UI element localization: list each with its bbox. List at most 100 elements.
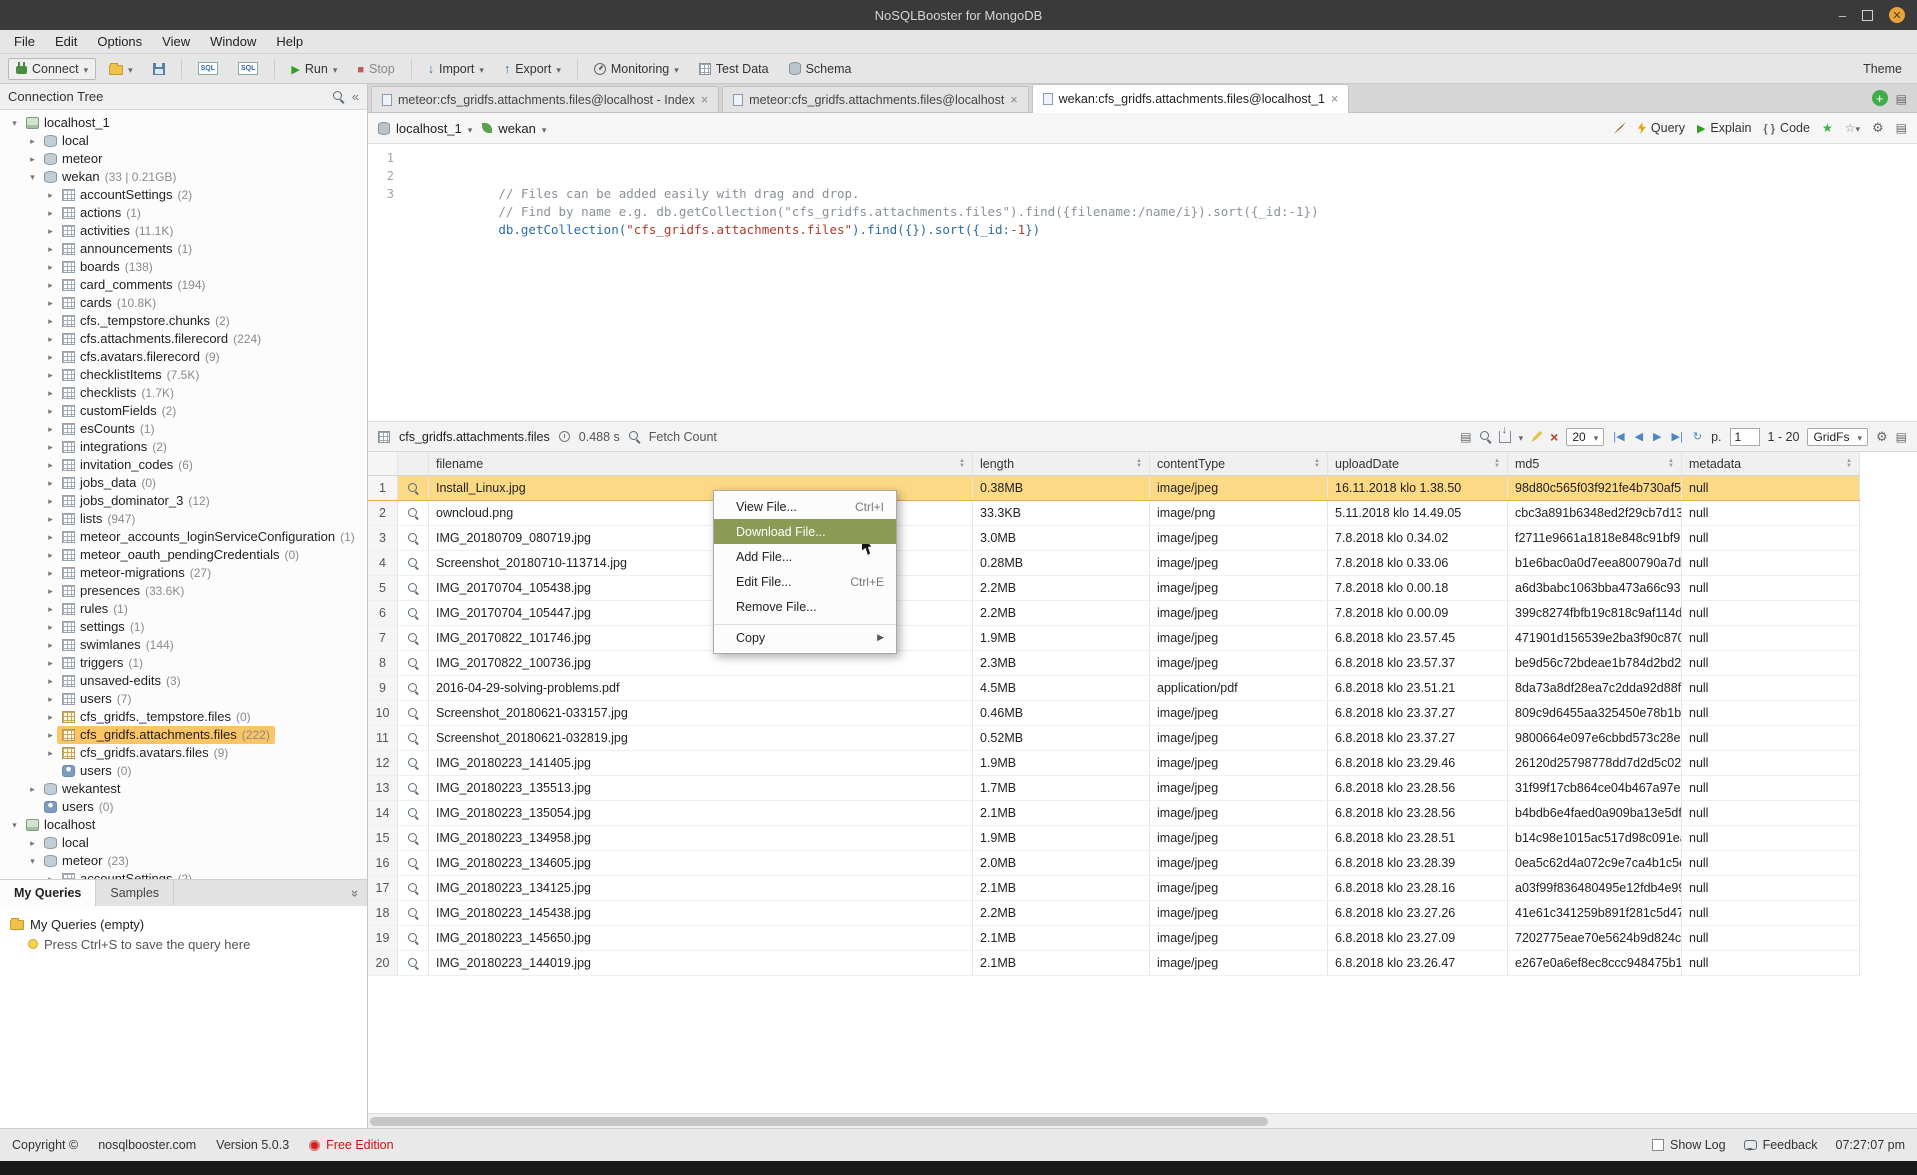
preview-cell[interactable] [398, 501, 429, 525]
tree-item[interactable]: meteor-migrations (27) [0, 564, 367, 582]
header-length[interactable]: length [973, 452, 1150, 475]
preview-icon[interactable] [407, 807, 419, 819]
tree-item[interactable]: meteor [0, 150, 367, 168]
tree-item[interactable]: cards (10.8K) [0, 294, 367, 312]
sort-icon[interactable] [1664, 459, 1674, 469]
new-tab-button[interactable] [1872, 90, 1888, 106]
table-row[interactable]: 19 IMG_20180223_145650.jpg 2.1MB image/j… [368, 926, 1860, 951]
format-icon[interactable] [1614, 122, 1626, 134]
tree-item[interactable]: swimlanes (144) [0, 636, 367, 654]
import-button[interactable]: Import [421, 59, 491, 79]
horizontal-scrollbar[interactable] [368, 1113, 1917, 1128]
tree-item[interactable]: localhost_1 [0, 114, 367, 132]
cell-filename[interactable]: IMG_20180223_145438.jpg [429, 901, 973, 925]
tree-item[interactable]: cfs_gridfs.avatars.files (9) [0, 744, 367, 762]
sidebar-tab[interactable]: My Queries [0, 880, 96, 906]
cell-filename[interactable]: IMG_20180223_141405.jpg [429, 751, 973, 775]
site-link[interactable]: nosqlbooster.com [98, 1138, 196, 1152]
minimize-button[interactable] [1839, 8, 1846, 23]
open-file-button[interactable] [102, 59, 140, 79]
tree-item[interactable]: users (0) [0, 762, 367, 780]
sort-icon[interactable] [955, 459, 965, 469]
table-row[interactable]: 14 IMG_20180223_135054.jpg 2.1MB image/j… [368, 801, 1860, 826]
tab-list-button[interactable] [1896, 91, 1907, 106]
expander-icon[interactable] [44, 618, 57, 636]
tree-item[interactable]: local [0, 132, 367, 150]
test-data-button[interactable]: Test Data [692, 59, 776, 79]
tree-item[interactable]: accountSettings (2) [0, 186, 367, 204]
expander-icon[interactable] [26, 168, 39, 186]
table-row[interactable]: 18 IMG_20180223_145438.jpg 2.2MB image/j… [368, 901, 1860, 926]
tree-item[interactable]: settings (1) [0, 618, 367, 636]
tree-item[interactable]: integrations (2) [0, 438, 367, 456]
refresh-button[interactable]: ↻ [1692, 430, 1703, 443]
context-menu-item[interactable]: Remove File... ▶ [714, 594, 896, 619]
preview-icon[interactable] [407, 507, 419, 519]
preview-icon[interactable] [407, 757, 419, 769]
expander-icon[interactable] [44, 312, 57, 330]
expander-icon[interactable] [44, 726, 57, 744]
preview-cell[interactable] [398, 876, 429, 900]
theme-button[interactable]: Theme [1856, 59, 1909, 79]
schema-button[interactable]: Schema [782, 59, 859, 79]
header-md5[interactable]: md5 [1508, 452, 1682, 475]
table-row[interactable]: 6 IMG_20170704_105447.jpg 2.2MB image/jp… [368, 601, 1860, 626]
tree-item[interactable]: rules (1) [0, 600, 367, 618]
explain-button[interactable]: Explain [1697, 121, 1751, 135]
preview-icon[interactable] [407, 657, 419, 669]
page-size-select[interactable]: 20 [1566, 428, 1604, 446]
tree-item[interactable]: activities (11.1K) [0, 222, 367, 240]
cell-filename[interactable]: IMG_20170822_100736.jpg [429, 651, 973, 675]
preview-cell[interactable] [398, 851, 429, 875]
expander-icon[interactable] [44, 258, 57, 276]
code-editor[interactable]: 1 // Files can be added easily with drag… [368, 144, 1917, 422]
context-menu-item[interactable]: Download File... ▶ [714, 519, 896, 544]
menu-item[interactable]: Edit [45, 32, 87, 51]
tree-item[interactable]: jobs_dominator_3 (12) [0, 492, 367, 510]
chevron-down-icon[interactable] [1519, 430, 1524, 444]
expander-icon[interactable] [44, 564, 57, 582]
expander-icon[interactable] [44, 420, 57, 438]
tree-item[interactable]: users (7) [0, 690, 367, 708]
preview-icon[interactable] [407, 882, 419, 894]
preview-cell[interactable] [398, 576, 429, 600]
tree-item[interactable]: triggers (1) [0, 654, 367, 672]
expander-icon[interactable] [44, 528, 57, 546]
table-row[interactable]: 1 Install_Linux.jpg 0.38MB image/jpeg 16… [368, 476, 1860, 501]
preview-icon[interactable] [407, 732, 419, 744]
preview-icon[interactable] [407, 857, 419, 869]
expander-icon[interactable] [44, 330, 57, 348]
search-results-icon[interactable] [1480, 431, 1491, 442]
preview-cell[interactable] [398, 801, 429, 825]
preview-cell[interactable] [398, 701, 429, 725]
tree-item[interactable]: unsaved-edits (3) [0, 672, 367, 690]
cell-filename[interactable]: Screenshot_20180621-033157.jpg [429, 701, 973, 725]
save-button[interactable] [146, 60, 172, 78]
tree-item[interactable]: invitation_codes (6) [0, 456, 367, 474]
connect-button[interactable]: Connect [8, 58, 96, 80]
expander-icon[interactable] [44, 654, 57, 672]
context-menu-item[interactable]: Add File... ▶ [714, 544, 896, 569]
tree-item[interactable]: boards (138) [0, 258, 367, 276]
tree-item[interactable]: checklistItems (7.5K) [0, 366, 367, 384]
tree-item[interactable]: cfs._tempstore.chunks (2) [0, 312, 367, 330]
preview-cell[interactable] [398, 476, 429, 500]
table-row[interactable]: 20 IMG_20180223_144019.jpg 2.1MB image/j… [368, 951, 1860, 976]
expander-icon[interactable] [26, 780, 39, 798]
expander-icon[interactable] [44, 348, 57, 366]
close-tab-icon[interactable] [1331, 92, 1338, 106]
expander-icon[interactable] [26, 834, 39, 852]
tree-item[interactable]: wekantest [0, 780, 367, 798]
favorites-dropdown[interactable] [1845, 121, 1860, 135]
expander-icon[interactable] [44, 402, 57, 420]
tree-item[interactable]: meteor_accounts_loginServiceConfiguratio… [0, 528, 367, 546]
sql-query-button[interactable]: SQL [191, 59, 225, 78]
cell-filename[interactable]: IMG_20180223_145650.jpg [429, 926, 973, 950]
expander-icon[interactable] [44, 510, 57, 528]
view-format-select[interactable]: GridFs [1807, 428, 1868, 446]
checkbox-icon[interactable] [1652, 1139, 1664, 1151]
sort-icon[interactable] [1310, 459, 1320, 469]
export-results-icon[interactable] [1499, 431, 1511, 443]
code-button[interactable]: Code [1763, 121, 1810, 135]
clear-icon[interactable] [1550, 429, 1558, 445]
